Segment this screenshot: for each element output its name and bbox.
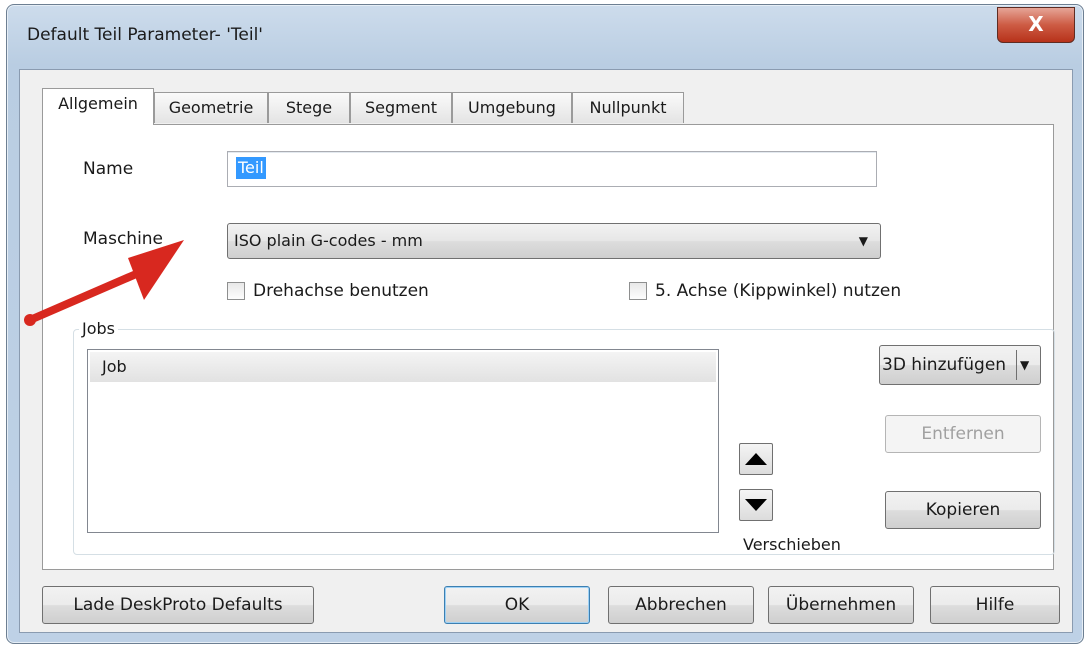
tab-stege[interactable]: Stege <box>268 92 350 123</box>
move-label: Verschieben <box>743 535 841 554</box>
checkbox-box[interactable] <box>629 282 647 300</box>
close-button[interactable]: X <box>997 7 1075 43</box>
name-input[interactable]: Teil <box>227 151 877 187</box>
add-3d-label: 3D hinzufügen <box>882 355 1007 375</box>
dialog-client-area: Allgemein Geometrie Stege Segment Umgebu… <box>19 69 1073 633</box>
tab-nullpunkt[interactable]: Nullpunkt <box>572 92 684 123</box>
chevron-down-icon: ▼ <box>858 234 868 248</box>
arrow-down-icon <box>745 499 767 511</box>
arrow-up-icon <box>745 453 767 465</box>
name-input-value: Teil <box>236 157 266 179</box>
machine-select-value: ISO plain G-codes - mm <box>234 231 423 250</box>
machine-select[interactable]: ISO plain G-codes - mm ▼ <box>227 223 881 259</box>
tab-umgebung[interactable]: Umgebung <box>452 92 572 123</box>
jobs-listbox[interactable]: Job <box>87 349 719 533</box>
split-divider <box>1016 350 1017 380</box>
help-button[interactable]: Hilfe <box>930 586 1060 624</box>
add-3d-split-button[interactable]: 3D hinzufügen ▼ <box>879 345 1041 385</box>
apply-button[interactable]: Übernehmen <box>768 586 914 624</box>
fifth-axis-label: 5. Achse (Kippwinkel) nutzen <box>655 281 902 301</box>
rotary-axis-label: Drehachse benutzen <box>253 281 429 301</box>
tab-geometrie[interactable]: Geometrie <box>154 92 268 123</box>
list-item[interactable]: Job <box>90 352 716 382</box>
load-defaults-button[interactable]: Lade DeskProto Defaults <box>42 586 314 624</box>
tab-panel-allgemein: Name Teil Maschine ISO plain G-codes - m… <box>42 124 1055 570</box>
name-label: Name <box>83 159 134 179</box>
chevron-down-icon[interactable]: ▼ <box>1020 346 1029 384</box>
move-up-button[interactable] <box>739 443 773 475</box>
checkbox-box[interactable] <box>227 282 245 300</box>
ok-button[interactable]: OK <box>444 586 590 624</box>
cancel-button[interactable]: Abbrechen <box>608 586 754 624</box>
window-title: Default Teil Parameter- 'Teil' <box>27 25 263 45</box>
move-down-button[interactable] <box>739 489 773 521</box>
copy-button[interactable]: Kopieren <box>885 491 1041 529</box>
jobs-group-title: Jobs <box>79 319 118 338</box>
tab-segment[interactable]: Segment <box>350 92 452 123</box>
tab-allgemein[interactable]: Allgemein <box>42 88 154 125</box>
dialog-window: Default Teil Parameter- 'Teil' X Allgeme… <box>6 4 1084 644</box>
machine-label: Maschine <box>83 229 164 249</box>
remove-button[interactable]: Entfernen <box>885 415 1041 453</box>
